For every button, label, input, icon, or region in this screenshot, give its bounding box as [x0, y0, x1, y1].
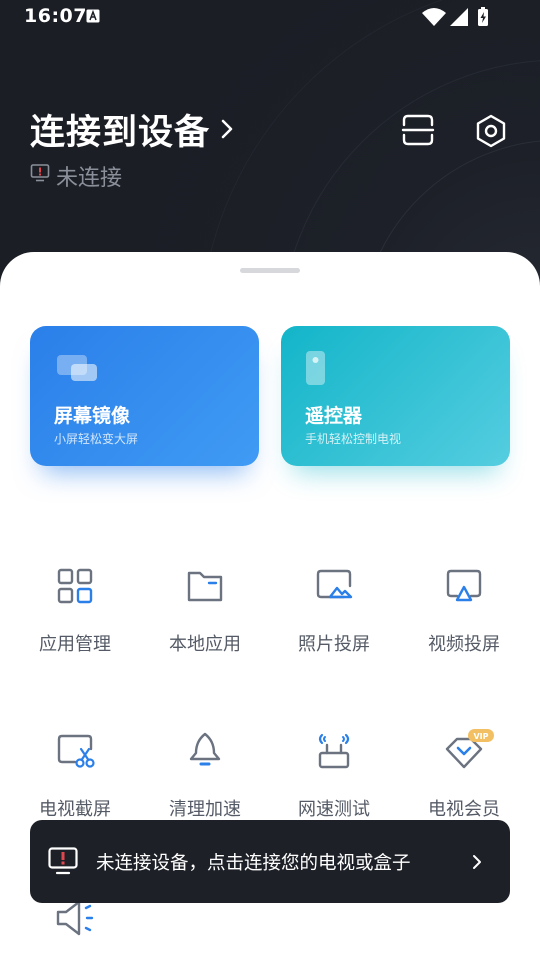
rocket-icon: [189, 732, 221, 766]
tool-photo-cast[interactable]: 照片投屏: [269, 566, 399, 676]
connect-device-title[interactable]: 连接到设备: [30, 104, 210, 155]
tool-label: 照片投屏: [298, 634, 370, 655]
tool-label: 视频投屏: [428, 634, 500, 655]
status-time: 16:07: [24, 5, 87, 27]
tool-label: 本地应用: [169, 634, 241, 655]
tool-app-management[interactable]: 应用管理: [10, 566, 140, 676]
speaker-icon[interactable]: [55, 898, 97, 938]
screen-mirror-title: 屏幕镜像: [54, 405, 131, 427]
remote-control-subtitle: 手机轻松控制电视: [305, 432, 402, 446]
vip-diamond-icon: VIP: [445, 729, 494, 769]
router-speed-icon: [318, 733, 350, 769]
video-cast-icon: [446, 569, 482, 602]
photo-cast-icon: [316, 569, 353, 599]
remote-control-title: 遥控器: [305, 405, 363, 427]
remote-control-icon: [306, 351, 325, 385]
folder-icon: [187, 571, 223, 602]
settings-icon[interactable]: [472, 112, 510, 150]
tool-label: 网速测试: [298, 799, 370, 820]
tv-screenshot-icon: [57, 734, 95, 768]
tool-video-cast[interactable]: 视频投屏: [399, 566, 529, 676]
apps-grid-icon: [57, 568, 93, 604]
chevron-right-icon[interactable]: [220, 118, 234, 140]
tool-label: 电视截屏: [39, 799, 111, 820]
keyboard-a-icon: [86, 9, 100, 23]
screen-mirror-card[interactable]: 屏幕镜像 小屏轻松变大屏: [30, 326, 259, 466]
status-bar: 16:07: [0, 0, 540, 34]
tool-label: 应用管理: [39, 634, 111, 655]
scan-icon[interactable]: [400, 112, 436, 148]
vip-badge-text: VIP: [473, 732, 488, 741]
toast-message: 未连接设备，点击连接您的电视或盒子: [96, 853, 411, 874]
screen-mirror-icon: [57, 355, 97, 381]
tv-alert-icon: [48, 847, 78, 875]
chevron-right-icon: [473, 855, 481, 869]
connect-prompt-toast[interactable]: 未连接设备，点击连接您的电视或盒子: [30, 820, 510, 903]
sheet-handle[interactable]: [240, 268, 300, 273]
remote-control-card[interactable]: 遥控器 手机轻松控制电视: [281, 326, 510, 466]
connection-status: 未连接: [56, 166, 123, 191]
system-status-icons: [422, 7, 488, 26]
screen-mirror-subtitle: 小屏轻松变大屏: [54, 432, 139, 446]
tool-label: 清理加速: [169, 799, 241, 820]
tool-label: 电视会员: [428, 799, 500, 820]
tool-local-apps[interactable]: 本地应用: [140, 566, 270, 676]
tv-alert-icon: [30, 164, 50, 182]
